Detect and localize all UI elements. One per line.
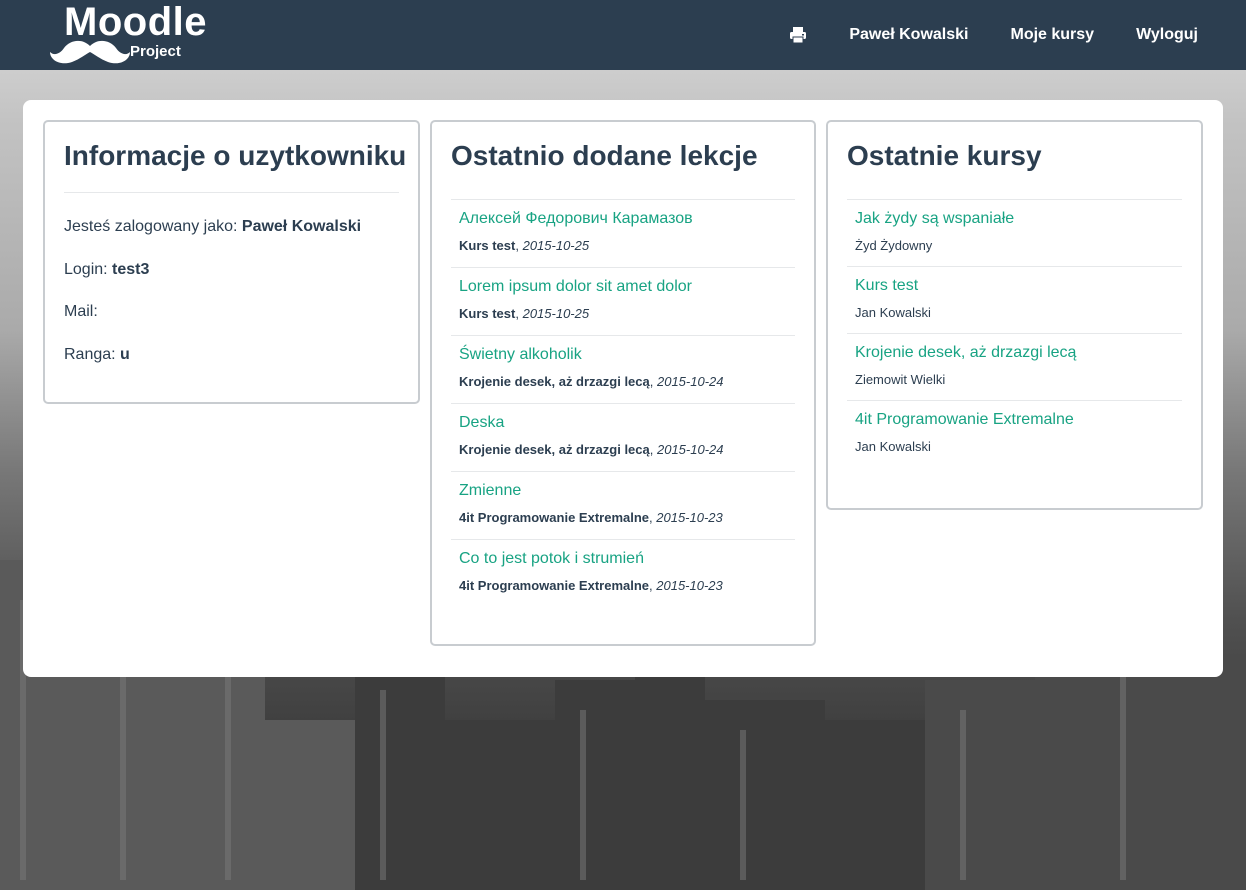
- mustache-icon: [50, 40, 130, 64]
- recent-courses-card: Ostatnie kursy Jak żydy są wspaniałe Żyd…: [826, 120, 1203, 510]
- recent-courses-title: Ostatnie kursy: [847, 140, 1042, 171]
- courses-list: Jak żydy są wspaniałe Żyd Żydowny Kurs t…: [847, 200, 1182, 468]
- course-item: Kurs test Jan Kowalski: [847, 267, 1182, 334]
- nav-logout[interactable]: Wyloguj: [1136, 26, 1198, 44]
- lesson-date: 2015-10-24: [656, 374, 724, 389]
- logged-as-line: Jesteś zalogowany jako: Paweł Kowalski: [64, 218, 361, 236]
- lesson-date: 2015-10-23: [656, 510, 723, 525]
- course-author: Ziemowit Wielki: [855, 372, 946, 387]
- lesson-item: Lorem ipsum dolor sit amet dolor Kurs te…: [451, 268, 795, 336]
- course-item: Jak żydy są wspaniałe Żyd Żydowny: [847, 200, 1182, 267]
- course-author: Jan Kowalski: [855, 305, 931, 320]
- lesson-link[interactable]: Lorem ipsum dolor sit amet dolor: [459, 278, 692, 296]
- lesson-link[interactable]: Алексей Федорович Карамазов: [459, 210, 693, 228]
- lesson-meta: Krojenie desek, aż drzazgi lecą, 2015-10…: [459, 442, 724, 457]
- logged-as-value: Paweł Kowalski: [241, 218, 362, 235]
- lesson-item: Co to jest potok i strumień 4it Programo…: [451, 540, 795, 608]
- user-info-title: Informacje o uzytkowniku: [64, 140, 407, 171]
- top-navbar: Moodle Project Paweł Kowalski Moje kursy…: [0, 0, 1246, 70]
- lesson-course: Kurs test: [459, 238, 516, 253]
- logged-as-label: Jesteś zalogowany jako:: [64, 218, 238, 235]
- nav-links: Paweł Kowalski Moje kursy Wyloguj: [789, 0, 1198, 70]
- lesson-course: 4it Programowanie Extremalne: [459, 578, 650, 593]
- mail-label: Mail:: [64, 303, 98, 320]
- recent-lessons-card: Ostatnio dodane lekcje Алексей Федорович…: [430, 120, 816, 646]
- lesson-date: 2015-10-23: [656, 578, 723, 593]
- lesson-date: 2015-10-25: [522, 238, 590, 253]
- lesson-meta: 4it Programowanie Extremalne, 2015-10-23: [459, 510, 723, 525]
- course-link[interactable]: 4it Programowanie Extremalne: [855, 411, 1074, 429]
- rank-value: u: [120, 346, 130, 363]
- user-info-card: Informacje o uzytkowniku Jesteś zalogowa…: [43, 120, 420, 404]
- nav-my-courses[interactable]: Moje kursy: [1010, 26, 1094, 44]
- course-link[interactable]: Jak żydy są wspaniałe: [855, 210, 1014, 228]
- course-author: Jan Kowalski: [855, 439, 931, 454]
- lesson-course: Krojenie desek, aż drzazgi lecą: [459, 442, 650, 457]
- lesson-course: Kurs test: [459, 306, 516, 321]
- mail-line: Mail:: [64, 303, 98, 321]
- login-line: Login: test3: [64, 261, 149, 279]
- lesson-course: Krojenie desek, aż drzazgi lecą: [459, 374, 650, 389]
- lesson-meta: 4it Programowanie Extremalne, 2015-10-23: [459, 578, 723, 593]
- course-item: 4it Programowanie Extremalne Jan Kowalsk…: [847, 401, 1182, 468]
- course-author: Żyd Żydowny: [855, 238, 933, 253]
- recent-lessons-title: Ostatnio dodane lekcje: [451, 140, 758, 171]
- lesson-date: 2015-10-25: [522, 306, 590, 321]
- lesson-date: 2015-10-24: [656, 442, 724, 457]
- divider: [64, 192, 399, 193]
- lesson-link[interactable]: Deska: [459, 414, 504, 432]
- lesson-item: Deska Krojenie desek, aż drzazgi lecą, 2…: [451, 404, 795, 472]
- lesson-item: Zmienne 4it Programowanie Extremalne, 20…: [451, 472, 795, 540]
- lesson-course: 4it Programowanie Extremalne: [459, 510, 650, 525]
- lesson-meta: Kurs test, 2015-10-25: [459, 306, 590, 321]
- lesson-link[interactable]: Zmienne: [459, 482, 521, 500]
- rank-label: Ranga:: [64, 346, 116, 363]
- lesson-meta: Krojenie desek, aż drzazgi lecą, 2015-10…: [459, 374, 724, 389]
- lesson-meta: Kurs test, 2015-10-25: [459, 238, 590, 253]
- rank-line: Ranga: u: [64, 346, 130, 364]
- nav-user-profile[interactable]: Paweł Kowalski: [849, 26, 968, 44]
- course-item: Krojenie desek, aż drzazgi lecą Ziemowit…: [847, 334, 1182, 401]
- printer-icon[interactable]: [789, 27, 807, 44]
- lesson-link[interactable]: Co to jest potok i strumień: [459, 550, 644, 568]
- lessons-list: Алексей Федорович Карамазов Kurs test, 2…: [451, 200, 795, 608]
- lesson-link[interactable]: Świetny alkoholik: [459, 346, 582, 364]
- brand-logo[interactable]: Moodle Project: [48, 0, 223, 66]
- lesson-item: Алексей Федорович Карамазов Kurs test, 2…: [451, 200, 795, 268]
- login-label: Login:: [64, 261, 108, 278]
- course-link[interactable]: Kurs test: [855, 277, 918, 295]
- brand-subtitle: Project: [130, 43, 181, 60]
- main-content-panel: Informacje o uzytkowniku Jesteś zalogowa…: [23, 100, 1223, 677]
- login-value: test3: [112, 261, 150, 278]
- course-link[interactable]: Krojenie desek, aż drzazgi lecą: [855, 344, 1076, 362]
- lesson-item: Świetny alkoholik Krojenie desek, aż drz…: [451, 336, 795, 404]
